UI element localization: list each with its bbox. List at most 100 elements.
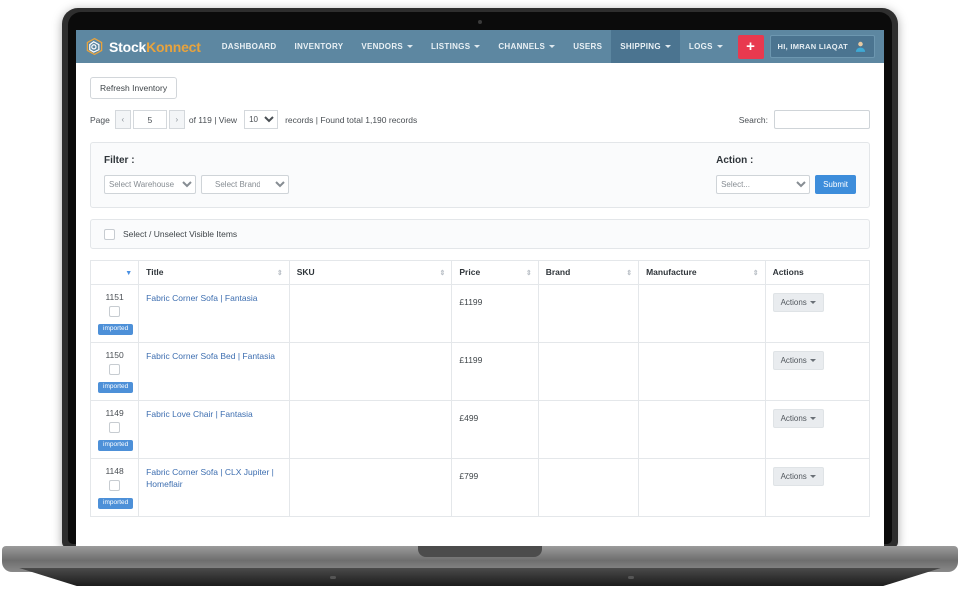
product-title-link[interactable]: Fabric Corner Sofa Bed | Fantasia bbox=[146, 350, 282, 362]
nav-label: SHIPPING bbox=[620, 42, 661, 51]
nav-label: LOGS bbox=[688, 42, 713, 51]
laptop-base-shadow bbox=[19, 568, 941, 586]
records-per-page-select[interactable]: 10 bbox=[244, 110, 279, 129]
select-all-bar[interactable]: Select / Unselect Visible Items bbox=[90, 219, 870, 249]
search-label: Search: bbox=[738, 114, 768, 125]
nav-item-channels[interactable]: CHANNELS bbox=[489, 30, 564, 63]
nav-menu: DASHBOARD INVENTORY VENDORS LISTINGS CHA… bbox=[213, 30, 732, 63]
user-name-label: HI, IMRAN LIAQAT bbox=[777, 42, 848, 51]
col-header-actions: Actions bbox=[764, 260, 871, 285]
row-id: 1148 bbox=[105, 466, 124, 476]
submit-button[interactable]: Submit bbox=[815, 175, 856, 194]
row-actions-button[interactable]: Actions bbox=[772, 409, 824, 428]
page-body: Refresh Inventory Page ‹ › of 119 | View… bbox=[76, 63, 884, 548]
search-group: Search: bbox=[739, 110, 870, 129]
nav-item-listings[interactable]: LISTINGS bbox=[422, 30, 489, 63]
navbar-right-group: + HI, IMRAN LIAQAT bbox=[737, 30, 885, 63]
product-title-link[interactable]: Fabric Corner Sofa | CLX Jupiter | Homef… bbox=[146, 466, 282, 491]
action-section: Action : Select... Submit bbox=[716, 155, 856, 194]
prev-page-button[interactable]: ‹ bbox=[114, 110, 131, 129]
col-header-label: Actions bbox=[772, 267, 804, 277]
row-id: 1151 bbox=[105, 292, 124, 302]
row-sku-cell bbox=[288, 400, 453, 459]
col-header-label: SKU bbox=[296, 267, 315, 277]
col-header-brand[interactable]: Brand ⇕ bbox=[537, 260, 640, 285]
chevron-down-icon bbox=[474, 45, 481, 48]
nav-item-inventory[interactable]: INVENTORY bbox=[285, 30, 352, 63]
nav-label: INVENTORY bbox=[294, 42, 344, 51]
filter-section: Filter : Select Warehouse Select Brand bbox=[104, 155, 289, 194]
row-title-cell: Fabric Corner Sofa | Fantasia bbox=[138, 284, 290, 343]
row-status-badge: imported bbox=[98, 324, 134, 335]
row-title-cell: Fabric Corner Sofa | CLX Jupiter | Homef… bbox=[138, 458, 290, 517]
col-header-manufacture[interactable]: Manufacture ⇕ bbox=[638, 260, 766, 285]
user-menu[interactable]: HI, IMRAN LIAQAT bbox=[769, 35, 875, 58]
row-actions-cell: Actions bbox=[764, 284, 871, 343]
row-actions-cell: Actions bbox=[764, 342, 871, 401]
row-sku-cell bbox=[288, 458, 453, 517]
chevron-down-icon bbox=[809, 475, 816, 479]
col-header-price[interactable]: Price ⇕ bbox=[451, 260, 539, 285]
row-actions-label: Actions bbox=[780, 472, 807, 481]
page-number-input[interactable] bbox=[132, 110, 167, 129]
col-header-select[interactable]: ▼ bbox=[89, 260, 140, 285]
action-select[interactable]: Select... bbox=[716, 175, 811, 194]
col-header-label: Brand bbox=[545, 267, 571, 277]
nav-label: DASHBOARD bbox=[221, 42, 277, 51]
row-checkbox[interactable] bbox=[109, 422, 121, 433]
nav-item-dashboard[interactable]: DASHBOARD bbox=[213, 30, 286, 63]
filter-action-panel: Filter : Select Warehouse Select Brand A… bbox=[90, 142, 870, 208]
row-price: £499 bbox=[459, 413, 479, 423]
inventory-table-wrap: ▼ Title ⇕ SKU ⇕ Price ⇕ Brand ⇕ Manufacture ⇕… bbox=[89, 260, 871, 517]
next-page-button[interactable]: › bbox=[168, 110, 185, 129]
nav-item-shipping[interactable]: SHIPPING bbox=[611, 30, 680, 63]
laptop-foot-left bbox=[330, 576, 336, 579]
laptop-base-notch bbox=[418, 546, 542, 557]
table-head: ▼ Title ⇕ SKU ⇕ Price ⇕ Brand ⇕ Manufacture ⇕… bbox=[89, 260, 871, 285]
nav-item-users[interactable]: USERS bbox=[564, 30, 611, 63]
row-brand-cell bbox=[537, 400, 640, 459]
nav-label: CHANNELS bbox=[498, 42, 546, 51]
row-price-cell: £1199 bbox=[451, 342, 539, 401]
add-button[interactable]: + bbox=[737, 34, 764, 59]
row-select-cell: 1148 imported bbox=[89, 458, 140, 517]
table-row: 1151 imported Fabric Corner Sofa | Fanta… bbox=[89, 284, 871, 343]
row-checkbox[interactable] bbox=[109, 480, 121, 491]
brand-logo[interactable]: StockKonnect bbox=[76, 30, 213, 63]
row-select-cell: 1150 imported bbox=[89, 342, 140, 401]
top-navbar: StockKonnect DASHBOARD INVENTORY VENDORS… bbox=[76, 30, 884, 63]
col-header-title[interactable]: Title ⇕ bbox=[138, 260, 290, 285]
row-actions-cell: Actions bbox=[764, 458, 871, 517]
warehouse-select[interactable]: Select Warehouse bbox=[104, 175, 196, 194]
row-actions-button[interactable]: Actions bbox=[772, 351, 824, 370]
col-header-label: Manufacture bbox=[646, 267, 697, 277]
select-all-checkbox[interactable] bbox=[104, 228, 115, 240]
refresh-inventory-button[interactable]: Refresh Inventory bbox=[90, 77, 178, 99]
row-actions-label: Actions bbox=[780, 414, 807, 423]
col-header-label: Title bbox=[146, 267, 164, 277]
row-actions-button[interactable]: Actions bbox=[772, 467, 824, 486]
page-count-label: of 119 | View bbox=[188, 114, 238, 125]
row-checkbox[interactable] bbox=[109, 364, 121, 375]
row-actions-button[interactable]: Actions bbox=[772, 293, 824, 312]
nav-item-vendors[interactable]: VENDORS bbox=[352, 30, 422, 63]
chevron-down-icon bbox=[664, 45, 671, 48]
row-price: £799 bbox=[459, 471, 479, 481]
action-title: Action : bbox=[716, 155, 754, 166]
table-header-row: ▼ Title ⇕ SKU ⇕ Price ⇕ Brand ⇕ Manufacture ⇕… bbox=[89, 260, 871, 285]
row-manufacture-cell bbox=[638, 400, 766, 459]
row-actions-label: Actions bbox=[780, 356, 807, 365]
brand-name-part2: Konnect bbox=[146, 38, 201, 55]
product-title-link[interactable]: Fabric Corner Sofa | Fantasia bbox=[146, 292, 282, 304]
select-all-label: Select / Unselect Visible Items bbox=[123, 229, 238, 239]
page-label: Page bbox=[90, 114, 110, 125]
row-sku-cell bbox=[288, 342, 453, 401]
brand-select[interactable]: Select Brand bbox=[201, 175, 289, 194]
col-header-sku[interactable]: SKU ⇕ bbox=[288, 260, 453, 285]
search-input[interactable] bbox=[774, 110, 870, 129]
nav-item-logs[interactable]: LOGS bbox=[680, 30, 732, 63]
pagination-row: Page ‹ › of 119 | View 10 records | Foun… bbox=[90, 110, 870, 129]
inventory-table: ▼ Title ⇕ SKU ⇕ Price ⇕ Brand ⇕ Manufacture ⇕… bbox=[89, 260, 871, 517]
row-checkbox[interactable] bbox=[109, 306, 121, 317]
product-title-link[interactable]: Fabric Love Chair | Fantasia bbox=[146, 408, 282, 420]
